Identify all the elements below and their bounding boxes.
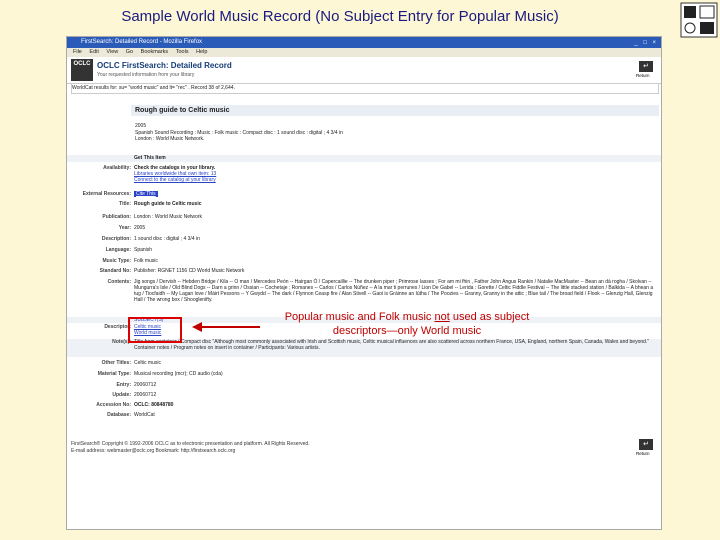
summary-publisher: London : World Music Network.: [135, 136, 205, 142]
field-label: Note(s):: [112, 339, 131, 345]
menu-file[interactable]: File: [73, 49, 82, 55]
field-value: Rough guide to Celtic music: [134, 201, 202, 207]
menu-view[interactable]: View: [106, 49, 118, 55]
field-label: Material Type:: [97, 371, 131, 377]
field-label: Entry:: [116, 382, 131, 388]
field-label: Title:: [119, 201, 131, 207]
field-value: Folk music: [134, 258, 158, 264]
return-button-label[interactable]: Return: [636, 73, 650, 78]
window-title: FirstSearch: Detailed Record - Mozilla F…: [81, 39, 203, 45]
menu-help[interactable]: Help: [196, 49, 207, 55]
field-label: Music Type:: [102, 258, 131, 264]
field-value: OCLC: 80848780: [134, 402, 174, 408]
field-value: Spanish: [134, 247, 153, 253]
contact-line: E-mail address: webmaster@oclc.org Bookm…: [71, 447, 236, 454]
browser-menubar: File Edit View Go Bookmarks Tools Help: [67, 48, 661, 57]
search-results-bar: WorldCat results for: su= "world music" …: [71, 83, 659, 94]
get-this-item-label: Get This Item: [134, 155, 166, 161]
return-arrow-icon[interactable]: ↵: [639, 61, 653, 72]
record-summary: 2005 Spanish Sound Recording : Music : F…: [135, 123, 655, 143]
field-value: Title from container / Compact disc "Alt…: [134, 339, 650, 351]
callout-line-1: Popular music and Folk music not used as…: [262, 310, 552, 324]
firstsearch-header: OCLC OCLC FirstSearch: Detailed Record Y…: [67, 57, 661, 84]
descriptor-highlight-box: [128, 317, 182, 343]
field-label: Availability:: [103, 165, 131, 171]
callout-line-2: descriptors—only World music: [332, 325, 482, 337]
callout-arrow-icon: [190, 320, 262, 339]
field-label: Accession No:: [96, 402, 131, 408]
oclc-logo: OCLC: [71, 59, 93, 81]
media-types-icon: [680, 2, 718, 38]
cite-this-button[interactable]: Cite This: [134, 191, 158, 197]
field-label: Year:: [118, 225, 131, 231]
callout-not: not: [434, 311, 450, 323]
field-value: Celtic music: [134, 360, 161, 366]
callout-line-1-pre: Popular music and Folk music: [284, 311, 435, 323]
field-label: Language:: [105, 247, 131, 253]
field-label: Publication:: [102, 214, 131, 220]
menu-go[interactable]: Go: [126, 49, 133, 55]
field-value: Publisher: RGNET 1156 CD World Music Net…: [134, 268, 245, 274]
browser-screenshot: FirstSearch: Detailed Record - Mozilla F…: [66, 36, 662, 530]
field-value: 1 sound disc : digital ; 4 3/4 in: [134, 236, 200, 242]
menu-edit[interactable]: Edit: [89, 49, 98, 55]
field-value: London : World Music Network: [134, 214, 202, 220]
field-value: Jig songs / Dervish -- Hebden Bridge / K…: [134, 279, 654, 303]
field-label: Descriptor:: [104, 324, 131, 330]
menu-tools[interactable]: Tools: [176, 49, 189, 55]
field-label: Description:: [101, 236, 131, 242]
callout-line-1-post: used as subject: [449, 311, 530, 323]
field-value: 20060712: [134, 392, 157, 398]
page-title: OCLC FirstSearch: Detailed Record: [97, 61, 232, 70]
connect-catalog-link[interactable]: Connect to the catalog at your library: [134, 177, 654, 183]
field-label: Contents:: [107, 279, 131, 285]
field-value: 20060712: [134, 382, 157, 388]
menu-bookmarks[interactable]: Bookmarks: [141, 49, 169, 55]
return-button-label-bottom[interactable]: Return: [636, 451, 650, 456]
field-label: External Resources:: [82, 191, 131, 197]
field-label: Database:: [107, 412, 131, 418]
field-value: Musical recording (mcr); CD audio (cda): [134, 371, 223, 377]
field-value: 2005: [134, 225, 146, 231]
field-label: Standard No:: [99, 268, 131, 274]
get-this-item-bar: Get This Item: [67, 155, 661, 162]
field-label: Other Titles:: [101, 360, 131, 366]
field-label: Update:: [112, 392, 131, 398]
return-arrow-icon-bottom[interactable]: ↵: [639, 439, 653, 450]
page-subtitle: Your requested information from your lib…: [97, 72, 195, 78]
field-value: WorldCat: [134, 412, 155, 418]
browser-titlebar: FirstSearch: Detailed Record - Mozilla F…: [67, 37, 661, 48]
annotation-callout: Popular music and Folk music not used as…: [262, 310, 552, 338]
slide-title: Sample World Music Record (No Subject En…: [121, 8, 559, 25]
page-footer: FirstSearch® Copyright © 1992-2006 OCLC …: [67, 441, 661, 454]
record-title-box: Rough guide to Celtic music: [131, 105, 659, 116]
